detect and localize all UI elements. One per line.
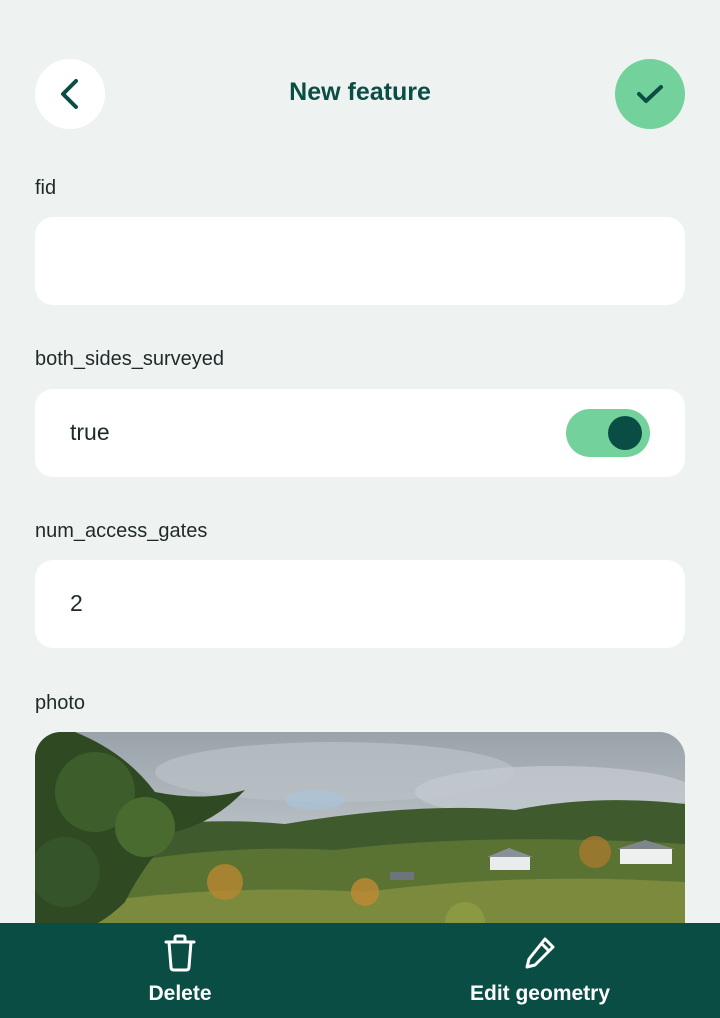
- page-title: New feature: [289, 78, 431, 106]
- both-sides-surveyed-value: true: [70, 419, 110, 445]
- trash-icon: [164, 934, 196, 972]
- confirm-button[interactable]: [615, 59, 685, 129]
- feature-form-screen: New feature fid both_sides_surveyed true…: [0, 0, 720, 1018]
- edit-geometry-button[interactable]: Edit geometry: [390, 923, 690, 1018]
- both-sides-surveyed-toggle[interactable]: [566, 409, 650, 457]
- pencil-icon: [525, 937, 555, 969]
- header: New feature: [0, 0, 720, 188]
- checkmark-icon: [637, 85, 663, 103]
- toggle-knob: [608, 416, 642, 450]
- delete-button[interactable]: Delete: [30, 923, 330, 1018]
- bottom-toolbar: Delete Edit geometry: [0, 923, 720, 1018]
- edit-geometry-label: Edit geometry: [469, 982, 611, 1005]
- num-access-gates-label: num_access_gates: [35, 520, 208, 542]
- num-access-gates-value: 2: [70, 590, 83, 616]
- fid-input[interactable]: [35, 217, 685, 305]
- delete-label: Delete: [148, 982, 212, 1005]
- photo-label: photo: [35, 692, 86, 714]
- both-sides-surveyed-label: both_sides_surveyed: [35, 348, 225, 370]
- fid-label: fid: [35, 177, 57, 199]
- num-access-gates-input[interactable]: 2: [35, 560, 685, 648]
- both-sides-surveyed-field: true: [35, 389, 685, 477]
